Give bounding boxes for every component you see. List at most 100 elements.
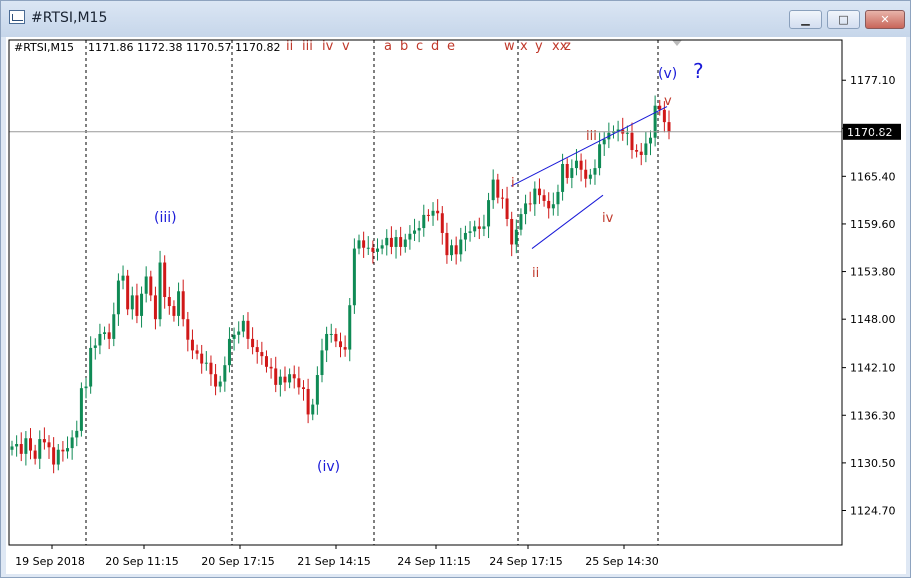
candle-bear bbox=[167, 297, 171, 307]
candle-bear bbox=[389, 237, 393, 247]
candle-bear bbox=[343, 347, 347, 350]
candle-bear bbox=[126, 275, 130, 310]
candle-bull bbox=[227, 338, 231, 366]
candle-bear bbox=[630, 132, 634, 151]
candle-bull bbox=[38, 439, 42, 459]
candle-bull bbox=[348, 305, 352, 350]
candle-bull bbox=[570, 168, 574, 178]
candle-bear bbox=[42, 439, 46, 443]
candle-bull bbox=[329, 333, 333, 335]
candle-bull bbox=[218, 381, 222, 387]
candle-bear bbox=[292, 374, 296, 379]
candle-bear bbox=[500, 197, 504, 199]
wave-label-red: y bbox=[535, 39, 543, 54]
candle-bear bbox=[52, 447, 56, 465]
candle-bull bbox=[385, 237, 389, 246]
candle-bull bbox=[625, 132, 629, 134]
candle-bear bbox=[163, 262, 167, 298]
candle-bear bbox=[195, 350, 199, 354]
x-tick-label: 20 Sep 17:15 bbox=[201, 555, 274, 568]
candle-bull bbox=[380, 245, 384, 249]
candle-bull bbox=[237, 331, 241, 335]
candle-bear bbox=[339, 341, 342, 348]
candle-bear bbox=[297, 378, 301, 388]
candle-bear bbox=[251, 338, 255, 348]
x-tick-label: 20 Sep 11:15 bbox=[105, 555, 178, 568]
wave-label-red: iv bbox=[602, 211, 614, 226]
candle-bull bbox=[593, 168, 597, 175]
candle-bull bbox=[116, 280, 120, 315]
candle-bear bbox=[214, 374, 218, 387]
candle-bull bbox=[93, 345, 97, 348]
candle-bear bbox=[190, 339, 194, 351]
y-tick-label: 1130.50 bbox=[850, 457, 896, 470]
candle-bull bbox=[468, 231, 472, 233]
candle-bear bbox=[246, 320, 250, 339]
candle-bear bbox=[186, 319, 190, 340]
candle-bear bbox=[135, 295, 139, 316]
candle-bull bbox=[112, 314, 116, 339]
close-button[interactable]: ✕ bbox=[865, 10, 905, 29]
wave-label-red: c bbox=[416, 39, 423, 54]
wave-label-blue: (v) bbox=[658, 66, 677, 82]
candle-bear bbox=[426, 214, 430, 216]
candle-bull bbox=[463, 232, 467, 240]
candle-bull bbox=[366, 247, 370, 249]
wave-label-red: ii bbox=[532, 266, 539, 281]
candle-bull bbox=[450, 245, 454, 256]
candle-bull bbox=[403, 239, 407, 247]
candle-bear bbox=[153, 295, 157, 320]
candle-bull bbox=[574, 160, 578, 169]
candle-bull bbox=[491, 179, 495, 201]
candle-bull bbox=[223, 365, 227, 382]
candle-bull bbox=[533, 188, 537, 205]
candle-bear bbox=[255, 347, 259, 353]
candle-bull bbox=[431, 210, 435, 216]
candle-bear bbox=[29, 438, 33, 451]
maximize-button[interactable]: □ bbox=[827, 10, 860, 29]
candle-bull bbox=[79, 388, 83, 431]
price-chart[interactable]: 1170.82 #RTSI,M15 1171.86 1172.38 1170.57… bbox=[6, 37, 906, 574]
y-tick-label: 1153.80 bbox=[850, 266, 896, 279]
wave-label-blue: (iv) bbox=[317, 459, 340, 475]
title-bar[interactable]: #RTSI,M15 ▁ □ ✕ bbox=[1, 1, 910, 37]
trend-channel-line bbox=[510, 106, 668, 187]
candle-bear bbox=[33, 450, 37, 459]
minimize-button[interactable]: ▁ bbox=[789, 10, 822, 29]
candle-bull bbox=[653, 105, 657, 138]
candle-bear bbox=[19, 444, 23, 454]
candle-bear bbox=[399, 237, 403, 247]
candle-bull bbox=[15, 444, 19, 447]
candle-bull bbox=[556, 191, 560, 205]
candle-bull bbox=[288, 374, 292, 383]
candle-bear bbox=[635, 150, 639, 152]
candle-bear bbox=[477, 226, 481, 229]
scroll-marker-icon[interactable] bbox=[672, 40, 682, 46]
wave-label-red: i bbox=[511, 176, 515, 191]
candlestick-chart-svg[interactable]: 1170.82 #RTSI,M15 1171.86 1172.38 1170.57… bbox=[6, 37, 906, 574]
close-icon: ✕ bbox=[880, 13, 890, 26]
candle-bull bbox=[140, 293, 144, 316]
x-tick-label: 19 Sep 2018 bbox=[15, 555, 85, 568]
candle-bull bbox=[352, 248, 356, 306]
candle-bull bbox=[144, 276, 148, 294]
candle-bear bbox=[565, 163, 569, 178]
wave-label-red: ii bbox=[286, 39, 293, 54]
wave-label-red: e bbox=[447, 39, 455, 54]
candle-bull bbox=[89, 347, 93, 387]
candle-bull bbox=[551, 204, 555, 209]
candle-bear bbox=[47, 442, 51, 448]
candle-bull bbox=[602, 139, 606, 145]
y-tick-label: 1148.00 bbox=[850, 313, 896, 326]
candle-bear bbox=[662, 109, 666, 123]
candle-bull bbox=[325, 333, 329, 351]
candle-bull bbox=[204, 362, 208, 364]
candle-bull bbox=[357, 240, 361, 249]
wave-label-red: a bbox=[384, 39, 392, 54]
candle-bull bbox=[644, 143, 648, 155]
candle-bear bbox=[149, 276, 153, 296]
wave-label-red: v bbox=[664, 94, 672, 109]
candle-bull bbox=[84, 386, 88, 389]
wave-label-blue: (iii) bbox=[154, 210, 177, 226]
candle-bear bbox=[181, 291, 185, 320]
